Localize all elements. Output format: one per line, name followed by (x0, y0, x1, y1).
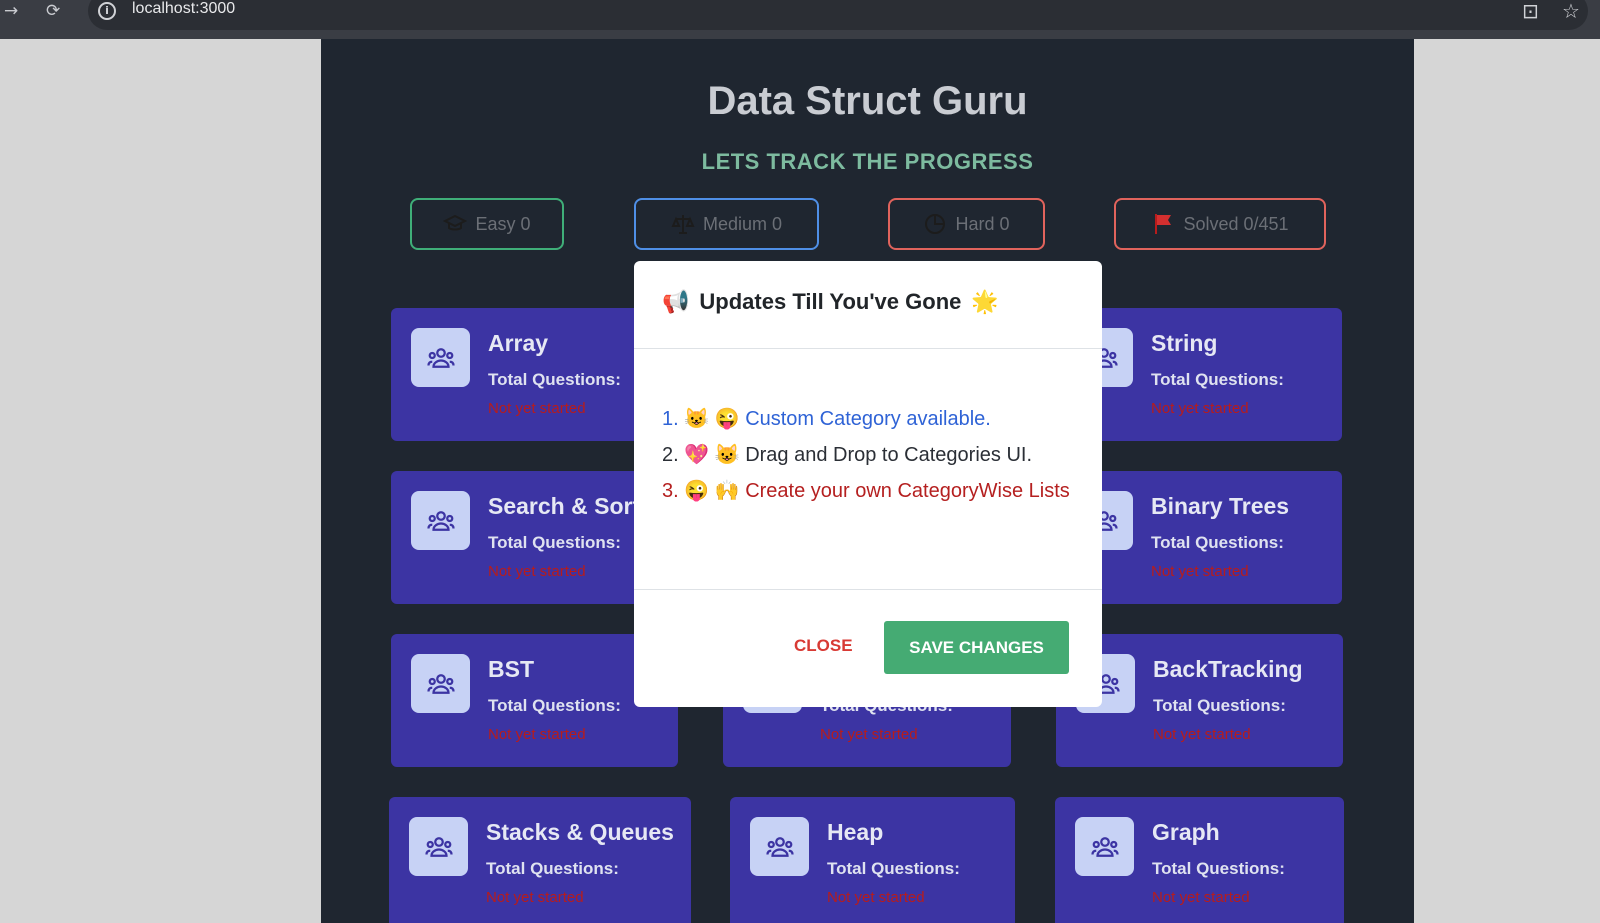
item-emoji: 💖 😺 (684, 444, 740, 466)
info-icon[interactable]: i (98, 2, 116, 20)
update-item: 3. 😜 🙌 Create your own CategoryWise List… (662, 473, 1082, 509)
flag-icon (1155, 214, 1172, 234)
card-status: Not yet started (488, 726, 586, 743)
card-status: Not yet started (486, 889, 584, 906)
card-title: String (1151, 330, 1218, 356)
bookmark-star-icon[interactable]: ☆ (1562, 0, 1580, 22)
card-total: Total Questions: (1152, 859, 1285, 878)
card-status: Not yet started (1152, 889, 1250, 906)
card-status: Not yet started (1153, 726, 1251, 743)
hard-label: Hard 0 (955, 213, 1010, 234)
users-icon (409, 817, 468, 876)
modal-body: 1. 😺 😜 Custom Category available. 2. 💖 😺… (662, 401, 1082, 509)
users-icon (411, 654, 470, 713)
hard-stat-button[interactable]: Hard 0 (888, 198, 1045, 250)
card-total: Total Questions: (827, 859, 960, 878)
solved-stat-button[interactable]: Solved 0/451 (1114, 198, 1326, 250)
card-title: Heap (827, 819, 884, 845)
item-number: 1. (662, 408, 679, 430)
card-total: Total Questions: (488, 696, 621, 715)
item-text: Drag and Drop to Categories UI. (745, 444, 1032, 466)
page-title: Data Struct Guru (707, 79, 1028, 123)
modal-title-text: Updates Till You've Gone (699, 289, 962, 314)
forward-arrow-icon[interactable]: → (4, 0, 18, 22)
card-status: Not yet started (820, 726, 918, 743)
category-card-stacks-queues[interactable]: Stacks & Queues Total Questions: Not yet… (389, 797, 691, 923)
card-title: Search & Sort (488, 493, 641, 519)
card-title: BackTracking (1153, 656, 1303, 682)
update-item: 2. 💖 😺 Drag and Drop to Categories UI. (662, 437, 1082, 473)
card-status: Not yet started (1151, 563, 1249, 580)
sun-icon: 🌟 (971, 289, 999, 314)
card-status: Not yet started (488, 400, 586, 417)
easy-label: Easy 0 (475, 213, 531, 234)
card-total: Total Questions: (486, 859, 619, 878)
browser-toolbar: → ⟳ i localhost:3000 ⊡ ☆ (0, 0, 1600, 39)
card-total: Total Questions: (488, 370, 621, 389)
item-emoji: 😺 😜 (684, 408, 740, 430)
card-status: Not yet started (488, 563, 586, 580)
card-status: Not yet started (1151, 400, 1249, 417)
graduation-cap-icon (443, 214, 468, 231)
modal-header: 📢 Updates Till You've Gone 🌟 (634, 261, 1102, 349)
item-number: 2. (662, 444, 679, 466)
item-emoji: 😜 🙌 (684, 480, 740, 502)
url-text[interactable]: localhost:3000 (132, 0, 235, 18)
card-title: BST (488, 656, 534, 682)
address-bar[interactable]: i localhost:3000 (88, 0, 1588, 30)
card-total: Total Questions: (488, 533, 621, 552)
update-item: 1. 😺 😜 Custom Category available. (662, 401, 1082, 437)
users-icon (411, 491, 470, 550)
card-title: Graph (1152, 819, 1220, 845)
megaphone-icon: 📢 (662, 289, 690, 314)
medium-label: Medium 0 (702, 213, 783, 234)
close-button[interactable]: CLOSE (794, 636, 853, 656)
users-icon (411, 328, 470, 387)
card-total: Total Questions: (1151, 533, 1284, 552)
category-card-graph[interactable]: Graph Total Questions: Not yet started (1055, 797, 1344, 923)
medium-stat-button[interactable]: Medium 0 (634, 198, 819, 250)
users-icon (750, 817, 809, 876)
page-subtitle: LETS TRACK THE PROGRESS (701, 149, 1034, 174)
save-changes-button[interactable]: SAVE CHANGES (884, 621, 1069, 674)
card-title: Array (488, 330, 549, 356)
card-title: Binary Trees (1151, 493, 1290, 519)
category-card-heap[interactable]: Heap Total Questions: Not yet started (730, 797, 1015, 923)
card-title: Stacks & Queues (486, 819, 674, 845)
solved-label: Solved 0/451 (1183, 213, 1289, 234)
card-status: Not yet started (827, 889, 925, 906)
easy-stat-button[interactable]: Easy 0 (410, 198, 564, 250)
card-total: Total Questions: (1153, 696, 1286, 715)
scale-icon (671, 215, 695, 234)
modal-title: 📢 Updates Till You've Gone 🌟 (662, 289, 999, 315)
card-total: Total Questions: (1151, 370, 1284, 389)
modal-footer: CLOSE SAVE CHANGES (634, 589, 1102, 707)
item-number: 3. (662, 480, 679, 502)
pie-chart-icon (925, 214, 946, 234)
install-app-icon[interactable]: ⊡ (1522, 0, 1539, 22)
updates-modal: 📢 Updates Till You've Gone 🌟 1. 😺 😜 Cust… (634, 261, 1102, 707)
reload-icon[interactable]: ⟳ (46, 0, 60, 22)
item-text: Create your own CategoryWise Lists (745, 480, 1070, 502)
item-text: Custom Category available. (745, 408, 991, 430)
users-icon (1075, 817, 1134, 876)
